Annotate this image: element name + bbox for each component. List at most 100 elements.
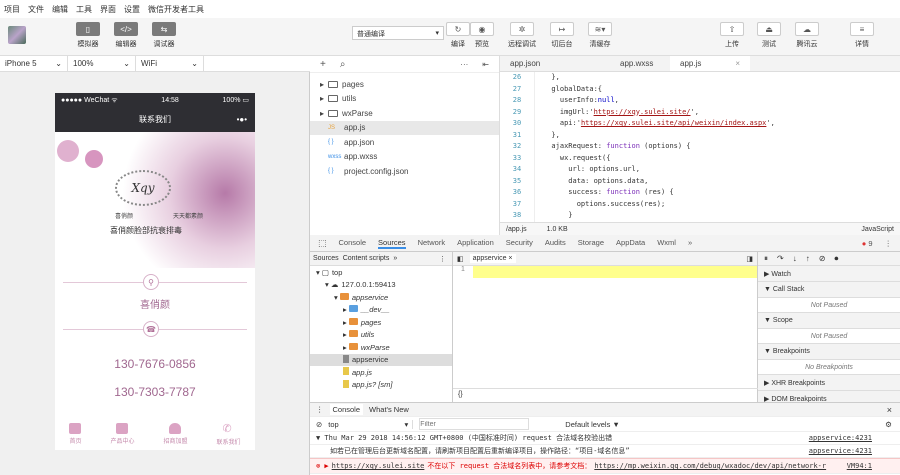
tab-whats-new[interactable]: What's New: [369, 405, 409, 414]
tab-sources[interactable]: Sources: [313, 255, 339, 262]
more-tabs[interactable]: »: [393, 255, 397, 262]
source-tree-item[interactable]: ▾ ▢ top: [310, 266, 452, 279]
more-vert-icon[interactable]: ⋮: [316, 405, 324, 414]
device-select[interactable]: iPhone 5 ⌄: [0, 56, 68, 71]
menu-item[interactable]: 项目: [4, 4, 20, 15]
tree-item[interactable]: wxss app.wxss: [310, 150, 499, 165]
remote-debug-button[interactable]: ✲ 远程调试: [508, 22, 536, 49]
step-into-icon[interactable]: ↓: [793, 254, 797, 263]
editor-button[interactable]: </> 编辑器: [114, 22, 138, 49]
devtools-tab[interactable]: Security: [506, 238, 533, 249]
tree-item[interactable]: { } app.json: [310, 135, 499, 150]
doc-link[interactable]: https://mp.weixin.qq.com/debug/wxadoc/de…: [594, 462, 826, 470]
clear-console-icon[interactable]: ⊘: [316, 420, 322, 429]
debugger-section-header[interactable]: ▼ Call Stack: [758, 282, 900, 298]
debugger-section-header[interactable]: ▶ XHR Breakpoints: [758, 375, 900, 391]
error-url[interactable]: https://xqy.sulei.site: [332, 462, 425, 470]
console-message[interactable]: ▼ Thu Mar 29 2018 14:56:12 GMT+0800 (中国标…: [316, 433, 612, 443]
tab-products[interactable]: 产品中心: [110, 423, 135, 445]
settings-icon[interactable]: ⚙: [885, 420, 892, 429]
tab-app-js[interactable]: app.js ×: [670, 56, 750, 71]
menu-item[interactable]: 工具: [76, 4, 92, 15]
simulator-button[interactable]: ▯ 模拟器: [76, 22, 100, 49]
filter-input[interactable]: [419, 418, 530, 430]
tree-item[interactable]: ▸ utils: [310, 92, 499, 107]
source-link[interactable]: appservice:4231: [809, 434, 872, 442]
toggle-debugger-icon[interactable]: ◨: [746, 255, 753, 263]
open-file-tab[interactable]: appservice ×: [469, 254, 516, 263]
debugger-section-header[interactable]: ▶ Watch: [758, 266, 900, 282]
tab-console[interactable]: Console: [329, 404, 364, 415]
tab-contact[interactable]: ✆ 联系我们: [216, 422, 240, 446]
devtools-tab[interactable]: Network: [418, 238, 446, 249]
phone-number-1[interactable]: 130-7676-0856: [55, 357, 255, 371]
clear-cache-button[interactable]: ≋▾ 清缓存: [588, 22, 612, 49]
source-tree-item[interactable]: app.js? [sm]: [310, 379, 452, 392]
network-select[interactable]: WiFi ⌄: [136, 56, 204, 71]
source-tree-item[interactable]: appservice: [310, 353, 452, 366]
devtools-tab[interactable]: AppData: [616, 238, 645, 249]
tab-app-json[interactable]: app.json: [500, 56, 580, 71]
search-icon[interactable]: ⌕: [340, 59, 346, 70]
menu-item[interactable]: 微信开发者工具: [148, 4, 204, 15]
step-over-icon[interactable]: ↷: [777, 254, 784, 263]
source-link[interactable]: appservice:4231: [809, 447, 872, 455]
zoom-select[interactable]: 100% ⌄: [68, 56, 136, 71]
close-icon[interactable]: ×: [735, 59, 740, 68]
devtools-tab[interactable]: »: [688, 238, 692, 249]
source-tree-item[interactable]: ▸ utils: [310, 329, 452, 342]
compile-button[interactable]: ↻ 编译: [446, 22, 470, 49]
menu-item[interactable]: 文件: [28, 4, 44, 15]
step-out-icon[interactable]: ↑: [806, 254, 810, 263]
tree-item[interactable]: { } project.config.json: [310, 164, 499, 179]
tab-app-wxss[interactable]: app.wxss: [580, 56, 670, 71]
debugger-section-header[interactable]: ▼ Scope: [758, 313, 900, 329]
menu-item[interactable]: 界面: [100, 4, 116, 15]
devtools-tab[interactable]: Wxml: [657, 238, 676, 249]
upload-button[interactable]: ⇧ 上传: [720, 22, 744, 49]
source-tree-item[interactable]: ▸ pages: [310, 316, 452, 329]
context-select[interactable]: top ▾: [328, 419, 414, 429]
tree-item[interactable]: JS app.js: [310, 120, 499, 135]
tab-home[interactable]: 首页: [69, 423, 82, 445]
debugger-button[interactable]: ⇆ 调试器: [152, 22, 176, 49]
pause-exceptions-icon[interactable]: ⏺: [834, 254, 838, 264]
menu-item[interactable]: 编辑: [52, 4, 68, 15]
tencent-cloud-button[interactable]: ☁ 腾讯云: [795, 22, 819, 49]
test-button[interactable]: ⏏ 测试: [757, 22, 781, 49]
devtools-tab[interactable]: Storage: [578, 238, 604, 249]
toggle-navigator-icon[interactable]: ◧: [457, 255, 464, 263]
add-icon[interactable]: +: [320, 59, 326, 70]
avatar[interactable]: [8, 26, 26, 44]
inspect-icon[interactable]: ⬚: [318, 238, 327, 249]
source-tree-item[interactable]: ▸ wxParse: [310, 341, 452, 354]
more-vert-icon[interactable]: ⋮: [885, 239, 893, 248]
more-vert-icon[interactable]: ⋮: [439, 255, 446, 263]
background-button[interactable]: ↦ 切后台: [550, 22, 574, 49]
menu-item[interactable]: 设置: [124, 4, 140, 15]
source-link[interactable]: VM94:1: [847, 462, 872, 470]
pause-icon[interactable]: ⏸: [764, 254, 768, 264]
more-icon[interactable]: •●•: [237, 115, 247, 124]
collapse-icon[interactable]: ⇤: [482, 60, 489, 69]
preview-button[interactable]: ◉ 预览: [470, 22, 494, 49]
pretty-print-button[interactable]: {}: [453, 388, 758, 402]
compile-mode-select[interactable]: 普通编译 ▾: [352, 26, 444, 40]
close-icon[interactable]: ×: [887, 405, 892, 415]
log-levels-select[interactable]: Default levels ▼: [565, 420, 620, 429]
tree-item[interactable]: ▸ pages: [310, 77, 499, 92]
tab-content-scripts[interactable]: Content scripts: [343, 255, 390, 262]
debugger-section-header[interactable]: ▼ Breakpoints: [758, 344, 900, 360]
source-tree-item[interactable]: ▸ __dev__: [310, 304, 452, 317]
devtools-tab[interactable]: Sources: [378, 238, 406, 249]
devtools-tab[interactable]: Console: [339, 238, 367, 249]
details-button[interactable]: ≡ 详情: [850, 22, 874, 49]
tab-franchise[interactable]: 招商加盟: [163, 423, 188, 445]
more-icon[interactable]: ···: [460, 60, 468, 69]
code-area[interactable]: 26 }, 27 globalData:{28 userInfo:null, 29 …: [500, 72, 900, 222]
phone-number-2[interactable]: 130-7303-7787: [55, 385, 255, 399]
deactivate-breakpoints-icon[interactable]: ⊘: [819, 254, 826, 263]
error-count[interactable]: ● 9: [862, 239, 873, 248]
source-tree-item[interactable]: ▾ ☁ 127.0.0.1:59413: [310, 279, 452, 292]
source-tree-item[interactable]: app.js: [310, 366, 452, 379]
